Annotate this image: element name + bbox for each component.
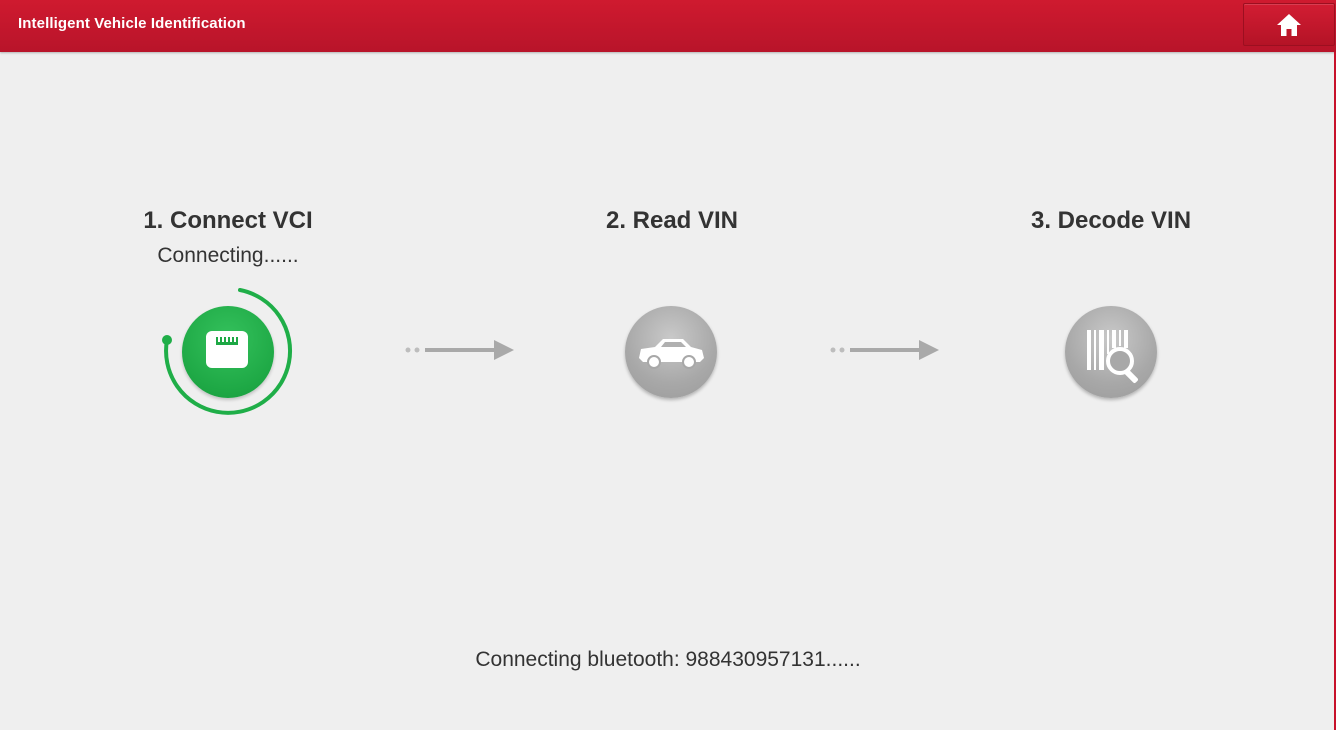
connection-status-message: Connecting bluetooth: 988430957131...... [475, 648, 861, 671]
home-icon [1277, 14, 1301, 36]
step-icon-read-vin [625, 306, 717, 398]
step-title-decode-vin: 3. Decode VIN [1030, 207, 1192, 234]
step-title-read-vin: 2. Read VIN [605, 207, 739, 234]
vci-connector-icon [206, 331, 248, 368]
step-arrow-2 [830, 340, 939, 360]
barcode-search-icon [1087, 330, 1138, 383]
step-title-connect-vci: 1. Connect VCI [143, 207, 313, 234]
car-icon [639, 339, 704, 369]
app-title: Intelligent Vehicle Identification [18, 15, 246, 32]
step-arrow-1 [405, 340, 514, 360]
title-bar: Intelligent Vehicle Identification [0, 0, 1336, 52]
home-button[interactable] [1243, 3, 1335, 46]
step-status-connect-vci: Connecting...... [157, 244, 299, 267]
step-icon-decode-vin [1065, 306, 1157, 398]
step-icon-connect-vci [182, 306, 274, 398]
